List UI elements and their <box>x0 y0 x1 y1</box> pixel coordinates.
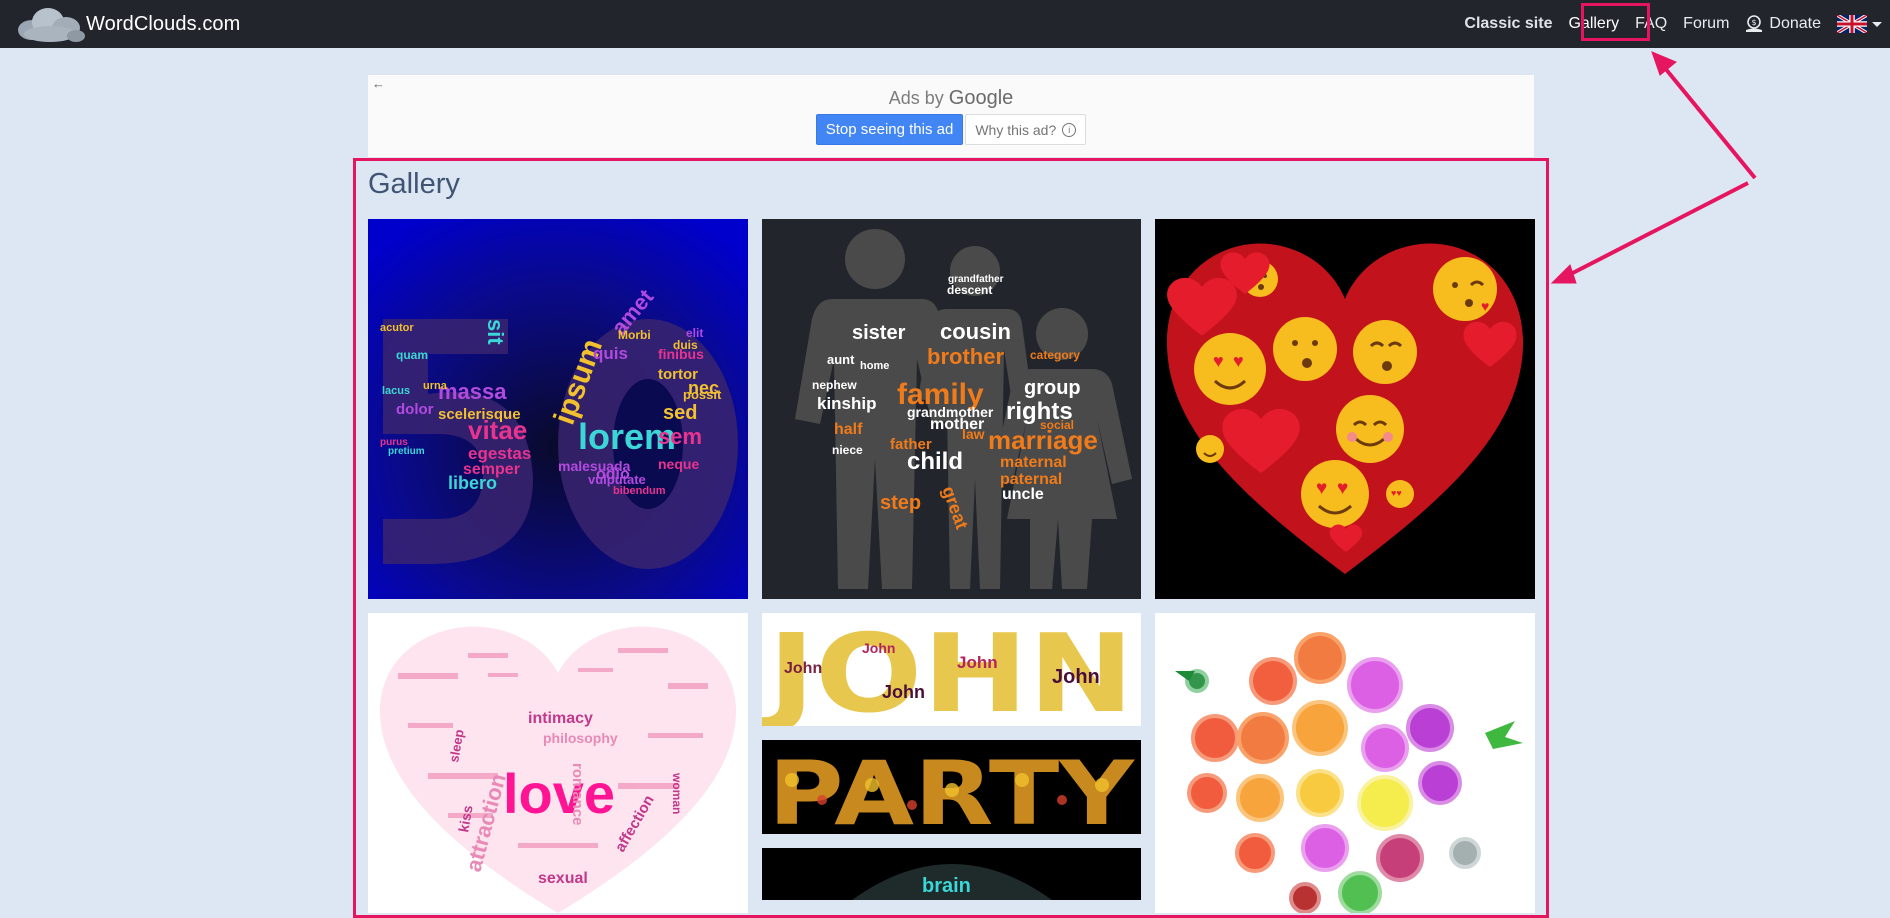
tile-50-word: sem <box>658 424 702 449</box>
gallery-tile-family[interactable]: family brother cousin marriage rights ch… <box>762 219 1141 599</box>
tile-family-word: law <box>962 426 985 442</box>
google-wordmark: Google <box>948 87 1014 109</box>
donate-label: Donate <box>1769 15 1821 32</box>
ads-by-google-label: Ads by Google <box>368 87 1534 110</box>
tile-circles-bird-image <box>1155 613 1535 913</box>
tile-love-word: woman <box>670 772 684 814</box>
tile-love-word: philosophy <box>543 730 618 746</box>
tile-50-word: tortor <box>658 366 698 383</box>
tile-john-word: John <box>1052 666 1100 688</box>
tile-family-word: grandfather <box>948 274 1004 285</box>
gallery-tile-party[interactable]: PARTY <box>762 740 1141 834</box>
ad-banner: ← Ads by Google Stop seeing this ad Why … <box>368 75 1534 157</box>
tile-50-word: elit <box>686 326 703 340</box>
tile-50-word: semper <box>463 461 520 478</box>
tile-family-word: home <box>860 360 889 372</box>
stop-seeing-ad-button[interactable]: Stop seeing this ad <box>815 114 964 145</box>
tile-50-word: sit <box>483 319 508 345</box>
tile-50-word: urna <box>423 380 448 392</box>
tile-50-word: dolor <box>396 401 434 418</box>
tile-family-word: half <box>834 421 863 438</box>
tile-family-word: brother <box>927 344 1004 369</box>
gallery-tile-john[interactable]: JOHN John John John John John <box>762 613 1141 726</box>
tile-family-word: cousin <box>940 319 1011 344</box>
tile-50-word: quam <box>396 348 428 362</box>
tile-50-word: massa <box>438 379 507 404</box>
tile-john-word: John <box>862 640 895 656</box>
tile-family-word: uncle <box>1002 486 1044 503</box>
tile-50-image: lorem ipsum vitae sed massa sit amet lib… <box>368 219 748 599</box>
tile-50-word: purus <box>380 437 408 448</box>
tile-emoji-heart-image: ♥ ♥ ♥ ♥ ♥ ♥♥ <box>1155 219 1535 599</box>
svg-text:♥: ♥ <box>1337 478 1348 499</box>
tile-love-word: love <box>503 762 615 825</box>
tile-family-word: step <box>880 492 921 514</box>
tile-family-word: father <box>890 436 932 453</box>
chevron-down-icon <box>1872 21 1882 27</box>
tile-love-word: romance <box>569 763 586 826</box>
svg-text:♥: ♥ <box>1233 351 1244 371</box>
brand-link[interactable]: WordClouds.com <box>10 2 240 46</box>
gallery-tile-50[interactable]: lorem ipsum vitae sed massa sit amet lib… <box>368 219 748 599</box>
tile-50-word: lacus <box>382 385 410 397</box>
tile-50-word: acutor <box>380 322 414 334</box>
nav-forum[interactable]: Forum <box>1675 15 1737 33</box>
svg-text:♥♥: ♥♥ <box>1391 488 1402 498</box>
svg-text:♥: ♥ <box>1213 351 1224 371</box>
gallery-tile-love[interactable]: love attraction intimacy philosophy kiss… <box>368 613 748 913</box>
svg-text:♥: ♥ <box>1316 478 1327 499</box>
nav-classic-site[interactable]: Classic site <box>1456 15 1560 33</box>
tile-family-word: category <box>1030 348 1080 362</box>
info-icon: i <box>1062 122 1077 137</box>
tile-john-word: John <box>784 660 822 677</box>
tile-50-word: neque <box>658 456 699 472</box>
tile-john-word: John <box>882 682 925 702</box>
tile-family-word: aunt <box>827 352 855 367</box>
tile-50-word: scelerisque <box>438 406 521 423</box>
tile-family-word: nephew <box>812 378 857 392</box>
tile-family-word: niece <box>832 443 863 457</box>
tile-family-word: grandmother <box>907 404 994 420</box>
tile-party-image: PARTY <box>762 740 1141 834</box>
tile-family-word: group <box>1024 377 1081 399</box>
uk-flag-icon <box>1837 15 1867 33</box>
tile-50-word: sed <box>663 402 697 424</box>
tile-50-word: bibendum <box>613 485 666 497</box>
tile-john-word: John <box>957 653 998 672</box>
why-this-ad-button[interactable]: Why this ad? i <box>965 114 1087 145</box>
tile-family-word: paternal <box>1000 471 1062 488</box>
gallery-link-highlight <box>1581 3 1650 41</box>
donate-coin-icon: $ <box>1746 15 1763 32</box>
ad-buttons: Stop seeing this ad Why this ad? i <box>368 114 1534 145</box>
tile-love-word: sexual <box>538 870 588 887</box>
language-selector[interactable] <box>1837 15 1882 33</box>
tile-family-word: sister <box>852 322 906 344</box>
tile-family-word: maternal <box>1000 454 1067 471</box>
gallery-tile-brain[interactable]: brain <box>762 848 1141 900</box>
tile-brain-image: brain <box>762 848 1141 900</box>
ads-by-text: Ads by <box>888 88 944 108</box>
svg-text:$: $ <box>1752 18 1757 27</box>
why-this-ad-label: Why this ad? <box>975 121 1057 138</box>
tile-family-word: descent <box>947 283 992 297</box>
tile-brain-word: brain <box>922 875 971 897</box>
cloud-logo-icon <box>18 8 85 42</box>
tile-50-word: duis <box>673 338 698 352</box>
tile-50-word: quis <box>593 344 628 363</box>
gallery-tile-emoji-heart[interactable]: ♥ ♥ ♥ ♥ ♥ ♥♥ <box>1155 219 1535 599</box>
tile-love-word: intimacy <box>528 710 593 727</box>
tile-family-word: kinship <box>817 394 877 413</box>
gallery-tile-circles-bird[interactable] <box>1155 613 1535 913</box>
tile-family-image: family brother cousin marriage rights ch… <box>762 219 1141 599</box>
tile-50-word: possit <box>683 387 722 402</box>
tile-john-image: JOHN John John John John John <box>762 613 1141 726</box>
tile-love-image: love attraction intimacy philosophy kiss… <box>368 613 748 913</box>
svg-text:♥: ♥ <box>1481 298 1489 314</box>
gallery-title: Gallery <box>368 168 460 200</box>
tile-50-word: Morbi <box>618 328 651 342</box>
nav-links: Classic site Gallery FAQ Forum $ Donate <box>1456 0 1890 48</box>
tile-family-word: social <box>1040 418 1074 432</box>
brand-name: WordClouds.com <box>86 12 241 35</box>
nav-donate[interactable]: $ Donate <box>1737 15 1829 33</box>
